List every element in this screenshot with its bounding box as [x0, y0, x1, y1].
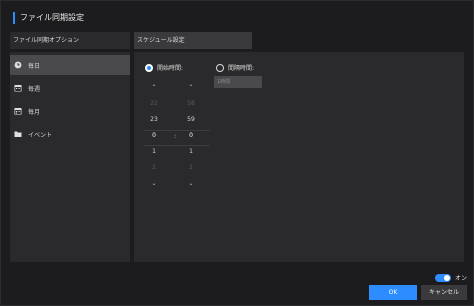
interval-radio[interactable]	[216, 63, 224, 72]
hour-selected-value: 0	[152, 132, 156, 139]
start-time-option[interactable]: 開始時間:	[145, 63, 183, 72]
minute-value: 1	[189, 148, 193, 155]
start-time-radio[interactable]	[145, 63, 153, 72]
enable-toggle[interactable]	[435, 273, 451, 282]
hour-value: 1	[152, 148, 156, 155]
sync-options-header: ファイル同期オプション	[10, 32, 130, 49]
minute-up-chevron-icon[interactable]: ⌃	[181, 80, 201, 96]
toggle-label: オン	[455, 275, 468, 282]
sidebar-item-event[interactable]: イベント	[10, 124, 130, 144]
sidebar-item-label: 毎週	[28, 85, 41, 93]
minute-down-chevron-icon[interactable]: ⌄	[181, 176, 201, 192]
schedule-settings-header: スケジュール設定	[134, 32, 252, 49]
sidebar-item-label: 毎月	[28, 108, 41, 116]
hour-value: 22	[150, 100, 158, 107]
minute-value: 2	[189, 164, 193, 171]
sidebar-item-monthly[interactable]: 毎月	[10, 101, 130, 121]
sidebar-item-weekly[interactable]: 毎週	[10, 78, 130, 98]
window-title: ファイル同期設定	[13, 12, 84, 24]
sidebar-item-label: イベント	[28, 131, 53, 139]
frequency-sidebar: 毎日 毎週 毎月 イベント	[10, 52, 130, 262]
hour-down-chevron-icon[interactable]: ⌄	[144, 176, 164, 192]
enable-toggle-area[interactable]: オン	[435, 273, 467, 282]
ok-button[interactable]: OK	[369, 285, 417, 300]
hour-value: 23	[150, 116, 158, 123]
clock-icon	[14, 61, 22, 69]
cancel-button[interactable]: キャンセル	[421, 285, 467, 300]
interval-option[interactable]: 間隔時間:	[216, 63, 254, 72]
calendar-icon	[14, 84, 22, 92]
minute-value: 59	[187, 116, 195, 123]
folder-icon	[14, 130, 22, 138]
hour-up-chevron-icon[interactable]: ⌃	[144, 80, 164, 96]
minute-selected-value: 0	[189, 132, 193, 139]
minute-spinner[interactable]: ⌃ 58 59 0 1 2 ⌄	[181, 80, 201, 192]
hour-value: 2	[152, 164, 156, 171]
start-time-label: 開始時間:	[157, 65, 184, 72]
interval-label: 間隔時間:	[228, 65, 255, 72]
calendar-icon	[14, 107, 22, 115]
time-separator: :	[173, 133, 177, 140]
sync-settings-window: ファイル同期設定 ファイル同期オプション スケジュール設定 毎日 毎週 毎月 イ…	[0, 0, 474, 306]
minute-value: 58	[187, 100, 195, 107]
schedule-panel: 開始時間: 間隔時間: 1時間 : ⌃ 22 23 0 1 2 ⌄ ⌃ 58 5…	[134, 52, 464, 262]
sidebar-item-daily[interactable]: 毎日	[10, 55, 130, 75]
interval-input[interactable]: 1時間	[214, 76, 262, 88]
sidebar-item-label: 毎日	[28, 62, 41, 70]
hour-spinner[interactable]: ⌃ 22 23 0 1 2 ⌄	[144, 80, 164, 192]
